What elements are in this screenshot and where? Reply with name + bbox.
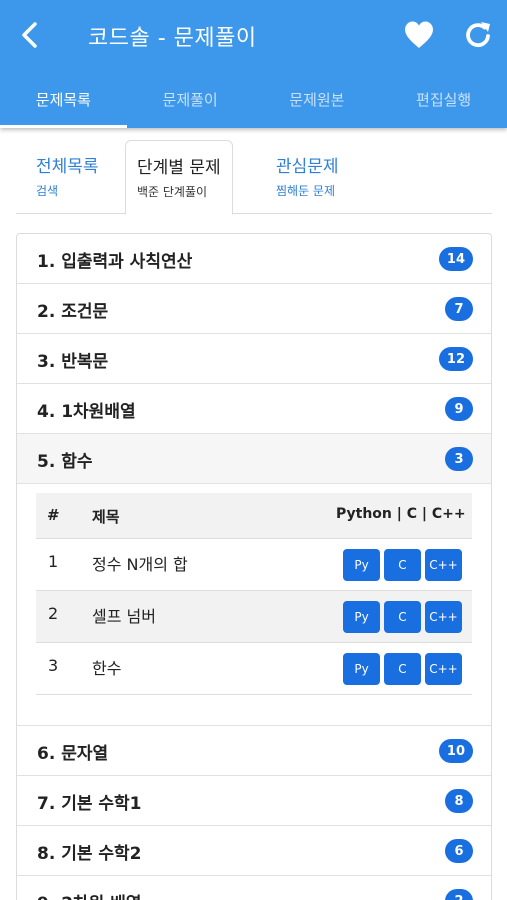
category-title: 5. 함수 — [37, 452, 93, 472]
count-badge: 10 — [438, 739, 473, 763]
python-button[interactable]: Py — [343, 653, 380, 685]
app-bar: 코드솔 - 문제풀이 문제목록 문제풀이 문제원본 편집실행 — [0, 0, 507, 128]
problem-number: 3 — [48, 656, 59, 675]
subtab-caption: 검색 — [36, 184, 59, 198]
subtab-label: 관심문제 — [276, 157, 339, 177]
category-title: 2. 조건문 — [37, 302, 109, 322]
category-row[interactable]: 9. 2차원 배열 2 — [17, 876, 491, 900]
category-row[interactable]: 2. 조건문 7 — [17, 284, 491, 334]
table-row[interactable]: 3 한수 Py C C++ — [36, 643, 472, 695]
cpp-button[interactable]: C++ — [425, 601, 462, 633]
chevron-left-icon — [22, 22, 37, 48]
problem-table: # 제목 Python | C | C++ 1 정수 N개의 합 Py C C+… — [36, 493, 472, 695]
sub-tab-bar: 전체목록 검색 단계별 문제 백준 단계풀이 관심문제 찜해둔 문제 — [16, 140, 492, 215]
top-tab-bar: 문제목록 문제풀이 문제원본 편집실행 — [0, 70, 507, 128]
count-badge: 3 — [445, 447, 473, 471]
problem-number: 1 — [48, 552, 59, 571]
problem-number: 2 — [48, 604, 59, 623]
back-button[interactable] — [14, 18, 44, 52]
c-button[interactable]: C — [384, 601, 421, 633]
column-languages: Python | C | C++ — [336, 506, 466, 522]
subtab-label: 단계별 문제 — [137, 158, 221, 178]
count-badge: 9 — [445, 397, 473, 421]
category-list: 1. 입출력과 사칙연산 14 2. 조건문 7 3. 반복문 12 4. 1차… — [16, 233, 492, 900]
c-button[interactable]: C — [384, 653, 421, 685]
title-bar: 코드솔 - 문제풀이 — [0, 0, 507, 70]
category-row[interactable]: 8. 기본 수학2 6 — [17, 826, 491, 876]
table-row[interactable]: 2 셀프 넘버 Py C C++ — [36, 591, 472, 643]
problem-title[interactable]: 한수 — [92, 655, 121, 679]
category-title: 4. 1차원배열 — [37, 402, 136, 422]
category-row[interactable]: 1. 입출력과 사칙연산 14 — [17, 234, 491, 284]
cpp-button[interactable]: C++ — [425, 549, 462, 581]
category-title: 3. 반복문 — [37, 352, 109, 372]
category-title: 7. 기본 수학1 — [37, 794, 142, 814]
count-badge: 6 — [445, 839, 473, 863]
category-title: 9. 2차원 배열 — [37, 889, 142, 900]
subtab-label: 전체목록 — [36, 157, 99, 177]
python-button[interactable]: Py — [343, 601, 380, 633]
category-title: 1. 입출력과 사칙연산 — [37, 252, 193, 272]
subtab-favorites[interactable]: 관심문제 찜해둔 문제 — [265, 140, 350, 214]
category-row[interactable]: 3. 반복문 12 — [17, 334, 491, 384]
count-badge: 2 — [445, 889, 473, 900]
category-title: 6. 문자열 — [37, 744, 109, 764]
count-badge: 8 — [445, 789, 473, 813]
tab-problem-solve[interactable]: 문제풀이 — [127, 70, 254, 128]
python-button[interactable]: Py — [343, 549, 380, 581]
heart-icon — [405, 21, 433, 48]
c-button[interactable]: C — [384, 549, 421, 581]
subtab-caption: 찜해둔 문제 — [276, 184, 336, 198]
column-title: 제목 — [92, 508, 120, 526]
problem-title[interactable]: 셀프 넘버 — [92, 603, 156, 627]
category-row[interactable]: 7. 기본 수학1 8 — [17, 776, 491, 826]
favorite-button[interactable] — [402, 18, 436, 52]
category-row[interactable]: 6. 문자열 10 — [17, 726, 491, 776]
table-row[interactable]: 1 정수 N개의 합 Py C C++ — [36, 539, 472, 591]
tab-problem-original[interactable]: 문제원본 — [254, 70, 381, 128]
column-number: # — [47, 506, 60, 524]
category-row-expanded[interactable]: 5. 함수 3 — [17, 434, 491, 484]
tab-problem-list[interactable]: 문제목록 — [0, 70, 127, 128]
table-header: # 제목 Python | C | C++ — [36, 493, 472, 539]
problem-title[interactable]: 정수 N개의 합 — [92, 551, 188, 575]
app-title: 코드솔 - 문제풀이 — [88, 26, 257, 51]
category-title: 8. 기본 수학2 — [37, 844, 142, 864]
subtab-step-problems[interactable]: 단계별 문제 백준 단계풀이 — [125, 140, 233, 215]
problem-panel: # 제목 Python | C | C++ 1 정수 N개의 합 Py C C+… — [17, 485, 491, 726]
refresh-button[interactable] — [462, 18, 494, 52]
refresh-icon — [466, 22, 490, 48]
category-row[interactable]: 4. 1차원배열 9 — [17, 384, 491, 434]
count-badge: 12 — [438, 347, 473, 371]
count-badge: 14 — [438, 247, 473, 271]
tab-edit-run[interactable]: 편집실행 — [380, 70, 507, 128]
subtab-caption: 백준 단계풀이 — [137, 185, 208, 199]
count-badge: 7 — [445, 297, 473, 321]
cpp-button[interactable]: C++ — [425, 653, 462, 685]
subtab-all-list[interactable]: 전체목록 검색 — [25, 140, 110, 214]
